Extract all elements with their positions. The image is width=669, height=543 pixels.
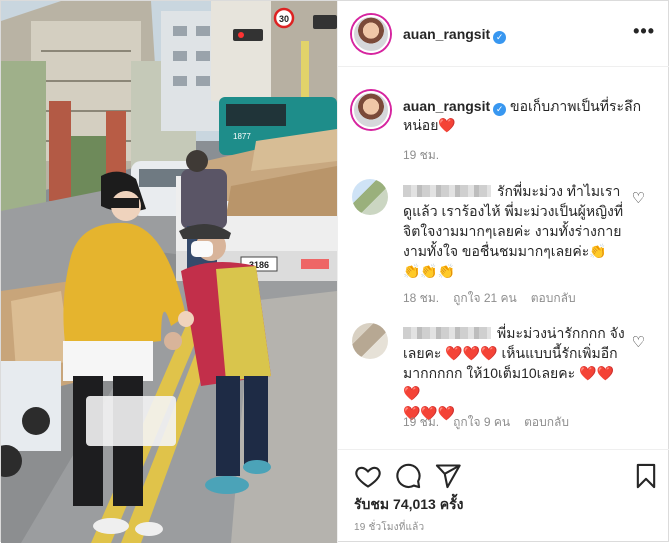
comment-meta: 18 ชม. ถูกใจ 21 คน ตอบกลับ xyxy=(403,289,590,308)
comment-avatar[interactable] xyxy=(352,179,388,215)
bus-number-text: 1877 xyxy=(233,132,251,141)
heart-emoji-icon: ❤️ xyxy=(438,117,456,133)
post-age[interactable]: 19 ชั่วโมงที่แล้ว xyxy=(354,520,424,535)
blurred-username[interactable] xyxy=(403,185,491,197)
comment-timestamp[interactable]: 19 ชม. xyxy=(403,415,439,429)
verified-badge-icon: ✓ xyxy=(493,31,507,44)
like-comment-icon[interactable]: ♡ xyxy=(632,333,645,351)
view-count[interactable]: รับชม 74,013 ครั้ง xyxy=(354,494,463,516)
post-sidebar: auan_rangsit ✓ ••• auan_rangsit ✓ ขอเก็บภา… xyxy=(337,1,669,543)
comment-likes[interactable]: ถูกใจ 21 คน xyxy=(453,291,517,305)
speed-sign-text: 30 xyxy=(279,14,289,24)
reply-button[interactable]: ตอบกลับ xyxy=(524,415,569,429)
comment-timestamp[interactable]: 18 ชม. xyxy=(403,291,439,305)
comment-bubble-icon[interactable] xyxy=(394,462,422,490)
comment-meta: 19 ชม. ถูกใจ 9 คน ตอบกลับ xyxy=(403,413,583,432)
save-bookmark-icon[interactable] xyxy=(632,462,660,490)
caption-text-block: auan_rangsit ✓ ขอเก็บภาพเป็นที่ระลึก หน่อ… xyxy=(403,97,653,135)
post-header: auan_rangsit ✓ ••• xyxy=(338,1,669,67)
caption-username[interactable]: auan_rangsit xyxy=(403,98,490,114)
comment-emoji-line: 👏👏👏 xyxy=(403,263,456,279)
instagram-post: 30 1877 3186 auan_rangsit ✓ ••• auan_ran… xyxy=(0,0,669,543)
like-heart-icon[interactable] xyxy=(354,462,382,490)
comment-text-block: พี่มะม่วงน่ารักกกก จังเลยคะ ❤️❤️❤️ เห็นแ… xyxy=(403,323,625,423)
verified-badge-icon: ✓ xyxy=(493,103,507,116)
like-comment-icon[interactable]: ♡ xyxy=(632,189,645,207)
comment-avatar[interactable] xyxy=(352,323,388,359)
header-username[interactable]: auan_rangsit ✓ xyxy=(403,26,507,44)
comment-text-block: รักพี่มะม่วง ทำไมเราดูแล้ว เราร้องไห้ พี… xyxy=(403,181,625,281)
street-photo: 30 1877 3186 xyxy=(1,1,337,543)
share-send-icon[interactable] xyxy=(434,462,462,490)
reply-button[interactable]: ตอบกลับ xyxy=(531,291,576,305)
caption-timestamp[interactable]: 19 ชม. xyxy=(403,146,439,165)
more-options-icon[interactable]: ••• xyxy=(633,21,655,42)
profile-avatar[interactable] xyxy=(352,15,390,53)
post-photo[interactable]: 30 1877 3186 xyxy=(1,1,337,543)
caption-avatar[interactable] xyxy=(352,91,390,129)
header-username-text[interactable]: auan_rangsit xyxy=(403,26,490,42)
blurred-username[interactable] xyxy=(403,327,491,339)
comment-likes[interactable]: ถูกใจ 9 คน xyxy=(453,415,510,429)
